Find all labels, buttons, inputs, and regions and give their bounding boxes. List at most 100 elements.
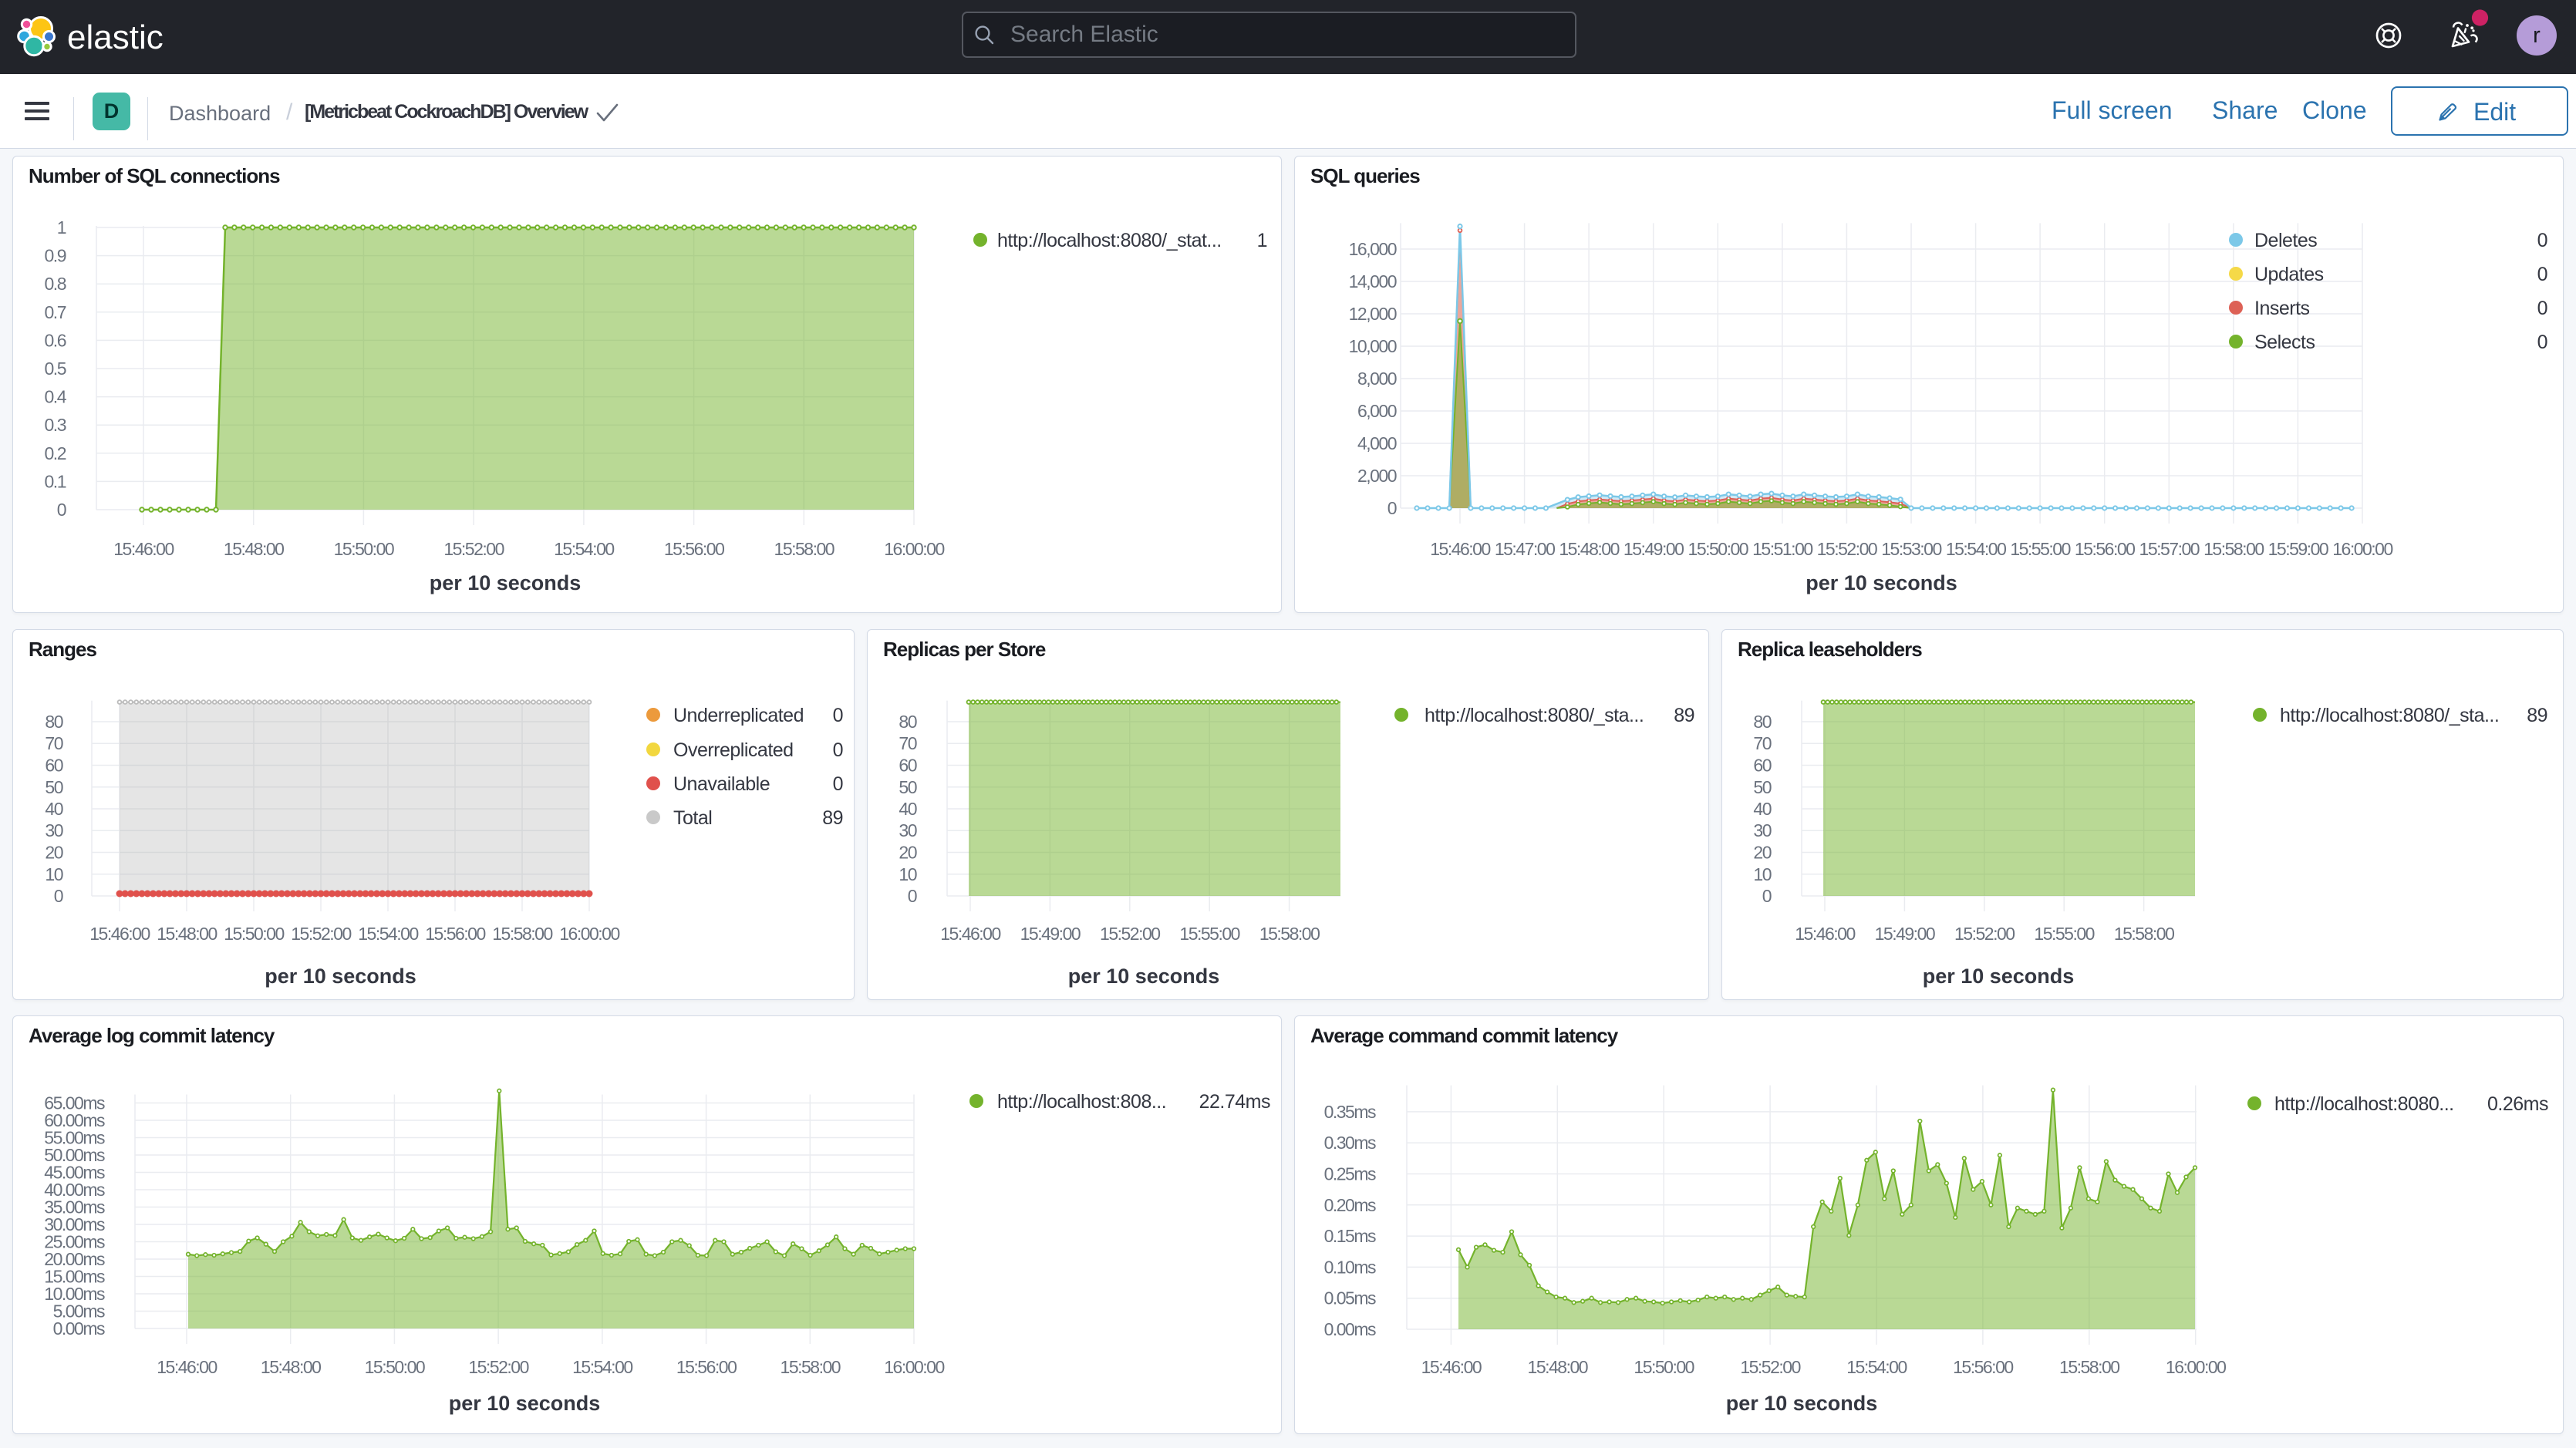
- svg-text:40: 40: [1753, 799, 1771, 819]
- svg-text:15:46:00: 15:46:00: [89, 924, 150, 944]
- svg-text:15:50:00: 15:50:00: [224, 924, 284, 944]
- svg-text:15:52:00: 15:52:00: [443, 539, 504, 559]
- svg-text:15:56:00: 15:56:00: [2075, 539, 2135, 559]
- svg-text:70: 70: [899, 733, 916, 753]
- svg-text:40: 40: [899, 799, 916, 819]
- svg-text:20.00ms: 20.00ms: [44, 1249, 105, 1269]
- svg-text:15:47:00: 15:47:00: [1495, 539, 1555, 559]
- svg-text:15:48:00: 15:48:00: [1559, 539, 1619, 559]
- svg-text:per 10 seconds: per 10 seconds: [449, 1392, 601, 1415]
- svg-text:30: 30: [899, 820, 916, 840]
- svg-text:2,000: 2,000: [1357, 466, 1397, 486]
- svg-text:6,000: 6,000: [1357, 401, 1397, 421]
- svg-text:30.00ms: 30.00ms: [44, 1214, 105, 1234]
- svg-text:0: 0: [2537, 298, 2547, 319]
- svg-text:0.05ms: 0.05ms: [1324, 1288, 1376, 1308]
- svg-text:0.1: 0.1: [45, 471, 66, 491]
- svg-text:15:52:00: 15:52:00: [1817, 539, 1877, 559]
- svg-text:15:48:00: 15:48:00: [261, 1357, 321, 1377]
- svg-text:15:56:00: 15:56:00: [676, 1357, 737, 1377]
- svg-text:15:52:00: 15:52:00: [1100, 924, 1160, 944]
- svg-text:0.8: 0.8: [45, 274, 66, 294]
- svg-text:30: 30: [1753, 820, 1771, 840]
- svg-text:15:54:00: 15:54:00: [1846, 1357, 1907, 1377]
- svg-text:60: 60: [45, 756, 62, 776]
- svg-text:0: 0: [2537, 230, 2547, 251]
- svg-text:1: 1: [57, 217, 66, 237]
- svg-text:0: 0: [833, 773, 843, 795]
- svg-text:16:00:00: 16:00:00: [559, 924, 619, 944]
- svg-text:15:58:00: 15:58:00: [2059, 1357, 2119, 1377]
- svg-text:0.7: 0.7: [45, 302, 66, 322]
- svg-text:15:50:00: 15:50:00: [334, 539, 394, 559]
- svg-text:15:56:00: 15:56:00: [664, 539, 724, 559]
- svg-text:89: 89: [822, 807, 843, 829]
- svg-text:15:49:00: 15:49:00: [1623, 539, 1684, 559]
- svg-text:0.35ms: 0.35ms: [1324, 1102, 1376, 1122]
- svg-text:Overreplicated: Overreplicated: [673, 739, 794, 761]
- svg-text:15:46:00: 15:46:00: [1430, 539, 1490, 559]
- svg-text:45.00ms: 45.00ms: [44, 1163, 105, 1183]
- svg-text:80: 80: [899, 712, 916, 732]
- svg-text:15:54:00: 15:54:00: [1946, 539, 2006, 559]
- svg-text:10.00ms: 10.00ms: [44, 1284, 105, 1304]
- svg-text:15:58:00: 15:58:00: [492, 924, 552, 944]
- svg-text:35.00ms: 35.00ms: [44, 1197, 105, 1217]
- svg-text:0.25ms: 0.25ms: [1324, 1164, 1376, 1184]
- svg-text:25.00ms: 25.00ms: [44, 1232, 105, 1252]
- svg-text:14,000: 14,000: [1349, 271, 1397, 291]
- svg-text:15:58:00: 15:58:00: [2203, 539, 2264, 559]
- svg-text:15:52:00: 15:52:00: [1740, 1357, 1800, 1377]
- svg-text:Total: Total: [673, 807, 712, 829]
- svg-text:50: 50: [899, 777, 916, 797]
- svg-text:Underreplicated: Underreplicated: [673, 705, 804, 726]
- svg-text:15:50:00: 15:50:00: [1688, 539, 1748, 559]
- svg-text:15:52:00: 15:52:00: [468, 1357, 528, 1377]
- svg-text:16:00:00: 16:00:00: [2332, 539, 2392, 559]
- svg-text:http://localhost:8080/_sta...: http://localhost:8080/_sta...: [1425, 705, 1644, 726]
- svg-text:10,000: 10,000: [1349, 336, 1397, 356]
- svg-text:15:54:00: 15:54:00: [554, 539, 614, 559]
- svg-text:15:54:00: 15:54:00: [358, 924, 418, 944]
- svg-text:1: 1: [1257, 230, 1267, 251]
- svg-text:15:56:00: 15:56:00: [1953, 1357, 2013, 1377]
- svg-text:15:46:00: 15:46:00: [157, 1357, 217, 1377]
- svg-text:15:55:00: 15:55:00: [2034, 924, 2094, 944]
- svg-text:0.9: 0.9: [45, 246, 66, 266]
- svg-text:0.4: 0.4: [45, 387, 67, 407]
- svg-text:per 10 seconds: per 10 seconds: [1726, 1392, 1878, 1415]
- svg-text:80: 80: [45, 712, 62, 732]
- svg-text:15:58:00: 15:58:00: [774, 539, 835, 559]
- svg-text:55.00ms: 55.00ms: [44, 1128, 105, 1148]
- svg-text:80: 80: [1753, 712, 1771, 732]
- svg-text:0.00ms: 0.00ms: [53, 1318, 105, 1339]
- svg-text:15:58:00: 15:58:00: [781, 1357, 841, 1377]
- svg-text:40: 40: [45, 799, 62, 819]
- svg-text:15:48:00: 15:48:00: [1528, 1357, 1588, 1377]
- svg-text:per 10 seconds: per 10 seconds: [265, 965, 416, 988]
- svg-text:89: 89: [2527, 705, 2547, 726]
- svg-text:15:46:00: 15:46:00: [1421, 1357, 1482, 1377]
- svg-text:50: 50: [45, 777, 62, 797]
- svg-text:http://localhost:808...: http://localhost:808...: [997, 1091, 1166, 1113]
- svg-text:15:48:00: 15:48:00: [224, 539, 284, 559]
- svg-text:15:46:00: 15:46:00: [940, 924, 1000, 944]
- svg-text:0.6: 0.6: [45, 330, 66, 350]
- svg-text:per 10 seconds: per 10 seconds: [1923, 965, 2075, 988]
- svg-text:40.00ms: 40.00ms: [44, 1180, 105, 1200]
- svg-text:15:53:00: 15:53:00: [1881, 539, 1941, 559]
- svg-text:15:52:00: 15:52:00: [291, 924, 351, 944]
- svg-text:Updates: Updates: [2254, 264, 2324, 285]
- svg-text:per 10 seconds: per 10 seconds: [430, 571, 582, 594]
- svg-text:0.2: 0.2: [45, 443, 66, 463]
- svg-text:30: 30: [45, 820, 62, 840]
- svg-text:15:59:00: 15:59:00: [2268, 539, 2328, 559]
- svg-text:Unavailable: Unavailable: [673, 773, 770, 795]
- svg-text:0.30ms: 0.30ms: [1324, 1133, 1376, 1153]
- svg-text:http://localhost:8080...: http://localhost:8080...: [2274, 1093, 2454, 1115]
- svg-text:16,000: 16,000: [1349, 239, 1397, 259]
- svg-text:0.00ms: 0.00ms: [1324, 1319, 1376, 1339]
- svg-text:per 10 seconds: per 10 seconds: [1068, 965, 1220, 988]
- svg-text:60: 60: [1753, 756, 1771, 776]
- svg-text:15:51:00: 15:51:00: [1752, 539, 1812, 559]
